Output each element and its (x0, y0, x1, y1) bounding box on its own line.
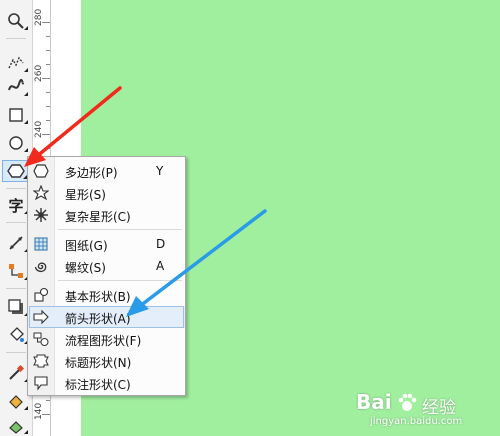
ruler-label-140: 140 (34, 402, 44, 420)
spiral-icon (32, 257, 50, 275)
interactive-fill-tool[interactable] (2, 390, 30, 412)
menu-item-shortcut: A (156, 259, 165, 273)
arrow-shapes-icon (32, 308, 50, 326)
paw-logo-icon (396, 392, 418, 417)
fill-tool[interactable] (2, 324, 30, 346)
menu-item-basic-shapes[interactable]: 基本形状(B) (28, 284, 185, 306)
menu-item-label: 星形(S) (65, 188, 106, 202)
menu-item-arrow-shapes[interactable]: 箭头形状(A) (28, 306, 185, 328)
eyedropper-tool[interactable] (2, 362, 30, 384)
freehand-tool[interactable] (2, 52, 30, 74)
freehand-icon (8, 56, 24, 69)
ruler-label-260: 260 (34, 64, 44, 82)
watermark-url: jingyan.baidu.com (370, 416, 463, 427)
ruler-label-240: 240 (34, 120, 44, 138)
menu-item-callout-shapes[interactable]: 标注形状(C) (28, 372, 185, 394)
watermark-brand: Bai (356, 390, 392, 414)
shadow-icon (8, 299, 23, 314)
menu-item-polygon[interactable]: 多边形(P) Y (28, 160, 185, 182)
smart-fill-icon (9, 421, 23, 434)
callout-shapes-icon (32, 374, 50, 392)
menu-item-label: 标题形状(N) (65, 356, 132, 370)
menu-item-flowchart-shapes[interactable]: 流程图形状(F) (28, 328, 185, 350)
baidu-jingyan-watermark: Bai 经验 jingyan.baidu.com (356, 388, 496, 432)
dimension-tool[interactable] (2, 232, 30, 254)
drop-shadow-tool[interactable] (2, 296, 30, 318)
zoom-tool[interactable] (2, 10, 30, 32)
menu-item-label: 多边形(P) (65, 166, 118, 180)
ruler-label-280: 280 (34, 8, 44, 26)
hexagon-icon (32, 162, 50, 180)
star-icon (32, 184, 50, 202)
menu-item-label: 标注形状(C) (65, 378, 131, 392)
menu-item-spiral[interactable]: 螺纹(S) A (28, 255, 185, 277)
menu-item-label: 复杂星形(C) (65, 210, 131, 224)
menu-item-shortcut: D (156, 237, 166, 251)
flowchart-shapes-icon (32, 330, 50, 348)
brush-curve-icon (8, 79, 24, 91)
eyedropper-icon (9, 364, 25, 380)
menu-item-label: 螺纹(S) (65, 261, 106, 275)
banner-shapes-icon (32, 352, 50, 370)
watermark-brand-cn: 经验 (422, 398, 456, 418)
graph-paper-icon (32, 235, 50, 253)
artistic-media-tool[interactable] (2, 76, 30, 98)
ellipse-tool[interactable] (2, 132, 30, 154)
menu-item-graph-paper[interactable]: 图纸(G) D (28, 233, 185, 255)
menu-item-label: 基本形状(B) (65, 290, 131, 304)
menu-item-label: 图纸(G) (65, 239, 108, 253)
complex-star-icon (32, 206, 50, 224)
magnifier-icon (8, 13, 24, 29)
rectangle-icon (9, 108, 23, 122)
menu-item-complex-star[interactable]: 复杂星形(C) (28, 204, 185, 226)
menu-item-shortcut: Y (156, 164, 164, 178)
polygon-tool[interactable] (2, 160, 30, 182)
ellipse-icon (9, 136, 23, 150)
smart-fill-tool[interactable] (2, 414, 30, 436)
connector-icon (9, 264, 23, 278)
rectangle-tool[interactable] (2, 104, 30, 126)
menu-item-star[interactable]: 星形(S) (28, 182, 185, 204)
polygon-flyout-menu: 多边形(P) Y 星形(S) 复杂星形(C) 图纸(G) D 螺纹(S) A 基… (27, 156, 186, 396)
dimension-icon (9, 236, 23, 250)
text-tool-glyph: 字 (8, 196, 24, 215)
menu-item-label: 流程图形状(F) (65, 334, 142, 348)
basic-shapes-icon (32, 286, 50, 304)
paint-bucket-icon (10, 327, 24, 342)
interactive-fill-icon (9, 395, 23, 409)
connector-tool[interactable] (2, 260, 30, 282)
menu-item-label: 箭头形状(A) (65, 312, 131, 326)
text-tool[interactable]: 字 (2, 194, 30, 216)
menu-item-banner-shapes[interactable]: 标题形状(N) (28, 350, 185, 372)
